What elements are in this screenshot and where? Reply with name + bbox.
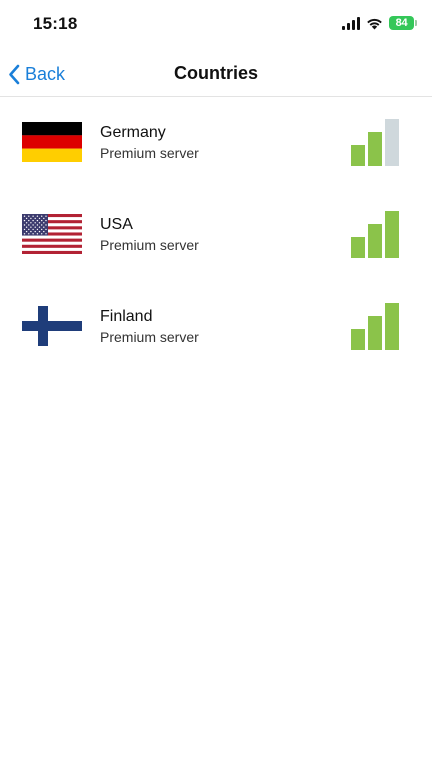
signal-strength-icon (351, 118, 399, 166)
wifi-icon (367, 18, 382, 29)
status-icons: 84 (342, 16, 417, 30)
signal-bar (368, 316, 382, 350)
signal-bar (385, 303, 399, 350)
signal-bar (351, 145, 365, 166)
signal-strength-icon (351, 302, 399, 350)
status-bar: 15:18 84 (0, 0, 432, 52)
status-time: 15:18 (33, 14, 78, 33)
signal-bar (368, 132, 382, 166)
country-subtitle: Premium server (100, 145, 199, 161)
signal-bar (368, 224, 382, 258)
cellular-signal-icon (342, 16, 360, 30)
page-title: Countries (173, 63, 258, 83)
country-subtitle: Premium server (100, 329, 199, 345)
signal-bar (385, 211, 399, 258)
finland-flag-icon (22, 306, 82, 346)
signal-bar (385, 119, 399, 166)
country-list: Germany Premium server USA Premium serve… (0, 97, 432, 373)
navigation-bar: Back Countries (0, 52, 432, 97)
usa-flag-icon (22, 214, 82, 254)
country-name: USA (100, 216, 133, 233)
country-row-germany[interactable]: Germany Premium server (0, 97, 432, 189)
country-name: Finland (100, 308, 153, 325)
country-subtitle: Premium server (100, 237, 199, 253)
signal-bar (351, 237, 365, 258)
signal-strength-icon (351, 210, 399, 258)
signal-bar (351, 329, 365, 350)
country-row-finland[interactable]: Finland Premium server (0, 281, 432, 373)
country-name: Germany (100, 124, 166, 141)
germany-flag-icon (22, 122, 82, 162)
battery-icon: 84 (389, 16, 417, 30)
country-row-usa[interactable]: USA Premium server (0, 189, 432, 281)
